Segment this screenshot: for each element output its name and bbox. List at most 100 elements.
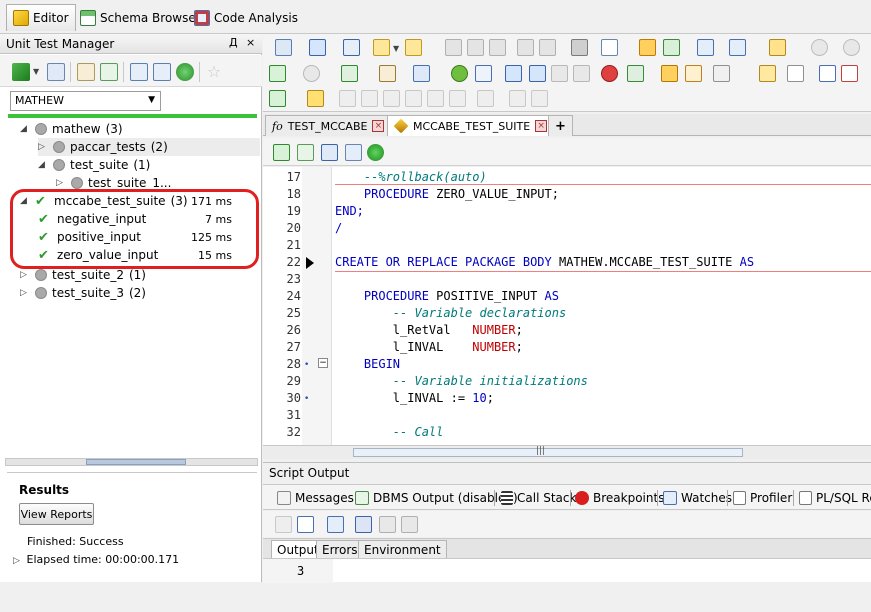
execute-icon[interactable] [269, 65, 286, 82]
close-tab-icon[interactable]: × [372, 120, 385, 132]
code-template-icon[interactable] [759, 65, 776, 82]
test-report-icon[interactable] [345, 144, 362, 161]
sql-icon[interactable] [309, 39, 326, 56]
filter-output-icon[interactable] [297, 516, 314, 533]
new-window-icon[interactable] [697, 39, 714, 56]
pin-icon[interactable]: Д [229, 36, 238, 49]
step-over-icon[interactable] [505, 65, 522, 82]
compare-icon[interactable] [427, 90, 444, 107]
toggle-comment-icon[interactable] [787, 65, 804, 82]
report-icon[interactable] [47, 63, 65, 81]
tab-editor[interactable]: Editor [6, 4, 76, 31]
format-icon[interactable] [601, 39, 618, 56]
open-folder-icon[interactable] [373, 39, 390, 56]
editor-tab-mccabe-test-suite[interactable]: MCCABE_TEST_SUITE × [387, 115, 555, 136]
tree-node-test-suite[interactable]: ◢ test_suite (1) [38, 156, 150, 174]
collapsed-arrow-icon[interactable]: ▷ [20, 270, 30, 280]
transaction-icon[interactable] [639, 39, 656, 56]
get-latest-icon[interactable] [405, 90, 422, 107]
step-into-icon[interactable] [529, 65, 546, 82]
uncheck-icon[interactable] [841, 65, 858, 82]
collapsed-arrow-icon[interactable]: ▷ [38, 142, 48, 152]
check-in-icon[interactable] [339, 90, 356, 107]
tab-profiler[interactable]: Profiler [733, 489, 792, 507]
new-tab-button[interactable]: + [548, 115, 573, 136]
tab-watches[interactable]: Watches [663, 489, 732, 507]
print-icon[interactable] [571, 39, 588, 56]
halt-icon[interactable] [601, 65, 618, 82]
tree-node-paccar-tests[interactable]: ▷ paccar_tests (2) [38, 138, 260, 156]
explain-plan-icon[interactable] [379, 65, 396, 82]
export-output-icon[interactable] [401, 516, 418, 533]
close-tab-icon[interactable]: × [535, 120, 548, 132]
collapsed-arrow-icon[interactable]: ▷ [13, 556, 23, 566]
refresh-icon[interactable] [176, 63, 194, 81]
run-test-icon[interactable] [273, 144, 290, 161]
auto-trace-icon[interactable] [413, 65, 430, 82]
scrollbar-thumb[interactable] [86, 459, 186, 465]
print-output-icon[interactable] [379, 516, 396, 533]
window-list-icon[interactable] [729, 39, 746, 56]
tools-icon[interactable] [769, 39, 786, 56]
debug-icon[interactable] [451, 65, 468, 82]
tree-node-mathew[interactable]: ◢ mathew (3) [20, 120, 123, 138]
tree-node-test-suite-3[interactable]: ▷ test_suite_3 (2) [20, 284, 146, 302]
test-settings-icon[interactable] [321, 144, 338, 161]
check-out-icon[interactable] [361, 90, 378, 107]
clear-output-icon[interactable] [275, 516, 292, 533]
close-panel-icon[interactable]: × [246, 36, 255, 49]
scrollbar-thumb[interactable]: ||| [353, 446, 743, 457]
horizontal-scrollbar[interactable] [5, 458, 258, 466]
editor-horizontal-scrollbar[interactable]: ||| [263, 445, 871, 459]
test-run-icon[interactable] [269, 90, 286, 107]
set-parameters-icon[interactable] [713, 65, 730, 82]
disconnect-icon[interactable] [343, 39, 360, 56]
add-test-icon[interactable] [297, 144, 314, 161]
connect-icon[interactable] [275, 39, 292, 56]
collapse-all-icon[interactable] [153, 63, 171, 81]
play-icon[interactable] [367, 144, 384, 161]
view-reports-button[interactable]: View Reports [19, 503, 94, 525]
compile-icon[interactable] [661, 65, 678, 82]
paste-icon[interactable] [539, 39, 556, 56]
history-icon[interactable] [449, 90, 466, 107]
copy-output-icon[interactable] [327, 516, 344, 533]
favorite-star-icon[interactable]: ☆ [205, 63, 223, 81]
tab-breakpoints[interactable]: Breakpoints [575, 489, 664, 507]
watch-expression-icon[interactable] [475, 65, 492, 82]
team-coding-icon[interactable] [307, 90, 324, 107]
copy-icon[interactable] [489, 39, 506, 56]
undo-checkout-icon[interactable] [383, 90, 400, 107]
collapsed-arrow-icon[interactable]: ▷ [56, 178, 66, 188]
fold-collapse-icon[interactable]: − [318, 358, 328, 368]
edit-test-icon[interactable] [77, 63, 95, 81]
save-output-icon[interactable] [355, 516, 372, 533]
forward-icon[interactable] [843, 39, 860, 56]
schema-select[interactable]: MATHEW ▼ [10, 91, 161, 111]
expand-all-icon[interactable] [130, 63, 148, 81]
save-icon[interactable] [445, 39, 462, 56]
output-area[interactable]: 3 [263, 558, 871, 583]
vcs-revisions-icon[interactable] [531, 90, 548, 107]
toggle-breakpoint-icon[interactable] [627, 65, 644, 82]
check-syntax-icon[interactable] [819, 65, 836, 82]
execute-script-icon[interactable] [341, 65, 358, 82]
tab-messages[interactable]: Messages [277, 489, 354, 507]
editor-tab-test-mccabe[interactable]: fο TEST_MCCABE × [265, 115, 392, 136]
vcs-options-icon[interactable] [509, 90, 526, 107]
open-recent-icon[interactable] [405, 39, 422, 56]
compile-dependents-icon[interactable] [685, 65, 702, 82]
run-tests-icon[interactable] [12, 63, 30, 81]
step-out-icon[interactable] [551, 65, 568, 82]
commit-icon[interactable] [663, 39, 680, 56]
expanded-arrow-icon[interactable]: ◢ [38, 160, 48, 170]
chevron-down-icon[interactable]: ▼ [393, 44, 399, 53]
back-icon[interactable] [811, 39, 828, 56]
expanded-arrow-icon[interactable]: ◢ [20, 124, 30, 134]
cut-icon[interactable] [517, 39, 534, 56]
tab-environment[interactable]: Environment [358, 540, 447, 559]
new-test-icon[interactable] [100, 63, 118, 81]
tab-code-analysis[interactable]: Code Analysis [188, 4, 304, 31]
collapsed-arrow-icon[interactable]: ▷ [20, 288, 30, 298]
tab-call-stack[interactable]: Call Stack [501, 489, 576, 507]
